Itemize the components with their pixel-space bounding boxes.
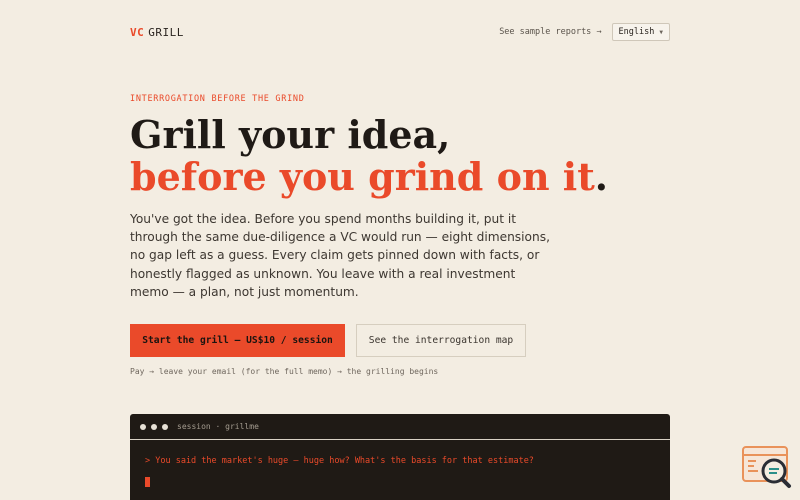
language-select[interactable]: English ▼ [611, 23, 670, 41]
chevron-down-icon: ▼ [659, 28, 663, 36]
flow-note: Pay → leave your email (for the full mem… [130, 367, 439, 376]
hero-title: Grill your idea, before you grind on it. [130, 114, 608, 198]
interrogation-map-button[interactable]: See the interrogation map [356, 324, 526, 357]
site-header: VC GRILL See sample reports → English ▼ [130, 20, 670, 44]
terminal-titlebar: session · grillme [130, 414, 670, 440]
window-dot-icon [140, 423, 146, 430]
logo[interactable]: VC GRILL [130, 26, 184, 39]
window-dot-icon [151, 423, 157, 430]
terminal-cursor [145, 477, 150, 487]
logo-prefix: VC [130, 25, 145, 39]
cta-row: Start the grill — US$10 / session See th… [130, 324, 526, 357]
hero-title-line2: before you grind on it [130, 154, 595, 199]
terminal-title: session · grillme [177, 422, 259, 431]
sample-reports-link[interactable]: See sample reports → [499, 27, 601, 37]
search-chat-widget-icon[interactable] [740, 444, 794, 490]
hero-title-line2-wrap: before you grind on it. [130, 156, 608, 198]
window-dot-icon [162, 423, 168, 430]
language-value: English [618, 27, 655, 37]
terminal-preview: session · grillme > You said the market'… [130, 414, 670, 500]
hero-eyebrow: INTERROGATION BEFORE THE GRIND [130, 94, 305, 104]
hero-lede: You've got the idea. Before you spend mo… [130, 212, 550, 299]
logo-name: GRILL [148, 25, 184, 39]
hero-title-period: . [594, 154, 609, 199]
hero-title-line1: Grill your idea, [130, 112, 451, 157]
terminal-prompt-line: > You said the market's huge — huge how?… [145, 456, 534, 466]
header-actions: See sample reports → English ▼ [499, 23, 670, 41]
start-grill-button[interactable]: Start the grill — US$10 / session [130, 324, 345, 357]
